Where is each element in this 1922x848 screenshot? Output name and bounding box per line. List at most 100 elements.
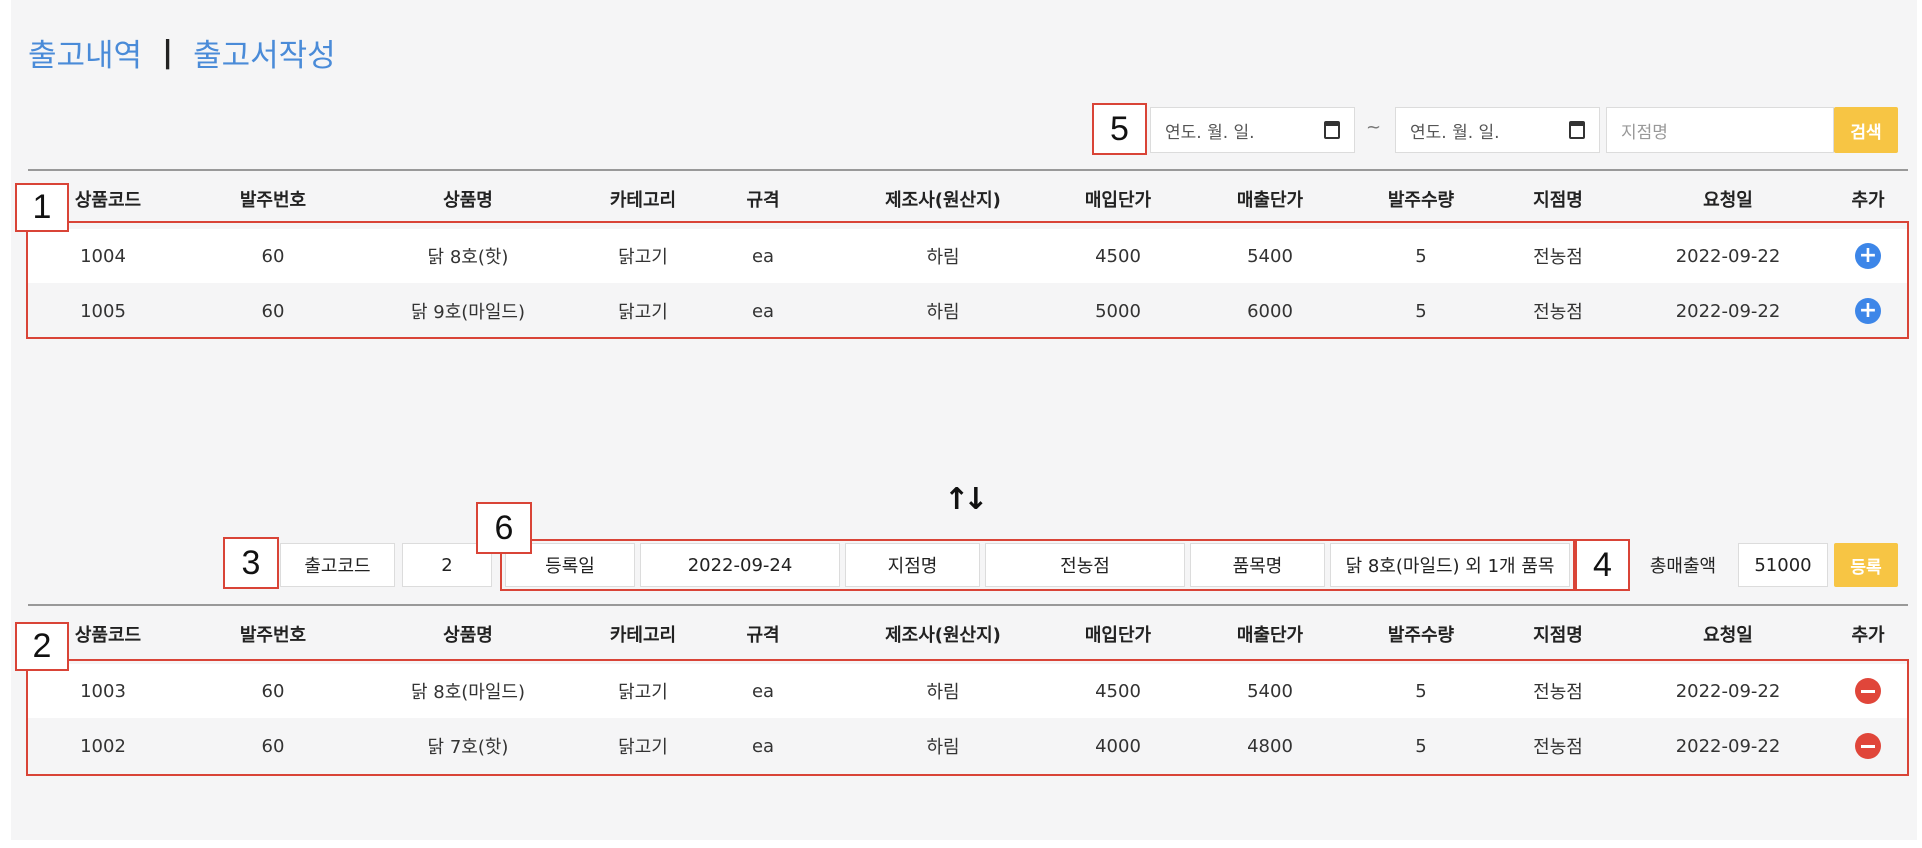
tab-release-write[interactable]: 출고서작성 xyxy=(193,30,336,75)
row-buy: 4000 xyxy=(1095,735,1141,757)
col-spec: 규격 xyxy=(746,190,780,211)
row-buy: 4500 xyxy=(1095,245,1141,267)
col-product-code: 상품코드 xyxy=(74,625,142,646)
row-order: 60 xyxy=(261,300,285,322)
start-date-input[interactable]: 연도. 월. 일. xyxy=(1150,107,1355,153)
col-spec: 규격 xyxy=(746,625,780,646)
row-sell: 6000 xyxy=(1247,300,1293,322)
tab-release-history[interactable]: 출고내역 xyxy=(28,30,142,75)
row-maker: 하림 xyxy=(926,682,960,703)
table-row[interactable]: 1004 60 닭 8호(핫) 닭고기 ea 하림 4500 5400 5 전농… xyxy=(28,229,1908,283)
top-divider xyxy=(28,169,1908,171)
page-header: 출고내역 | 출고서작성 xyxy=(28,30,336,75)
row-name: 닭 8호(마일드) xyxy=(410,682,526,703)
row-date: 2022-09-22 xyxy=(1675,680,1781,702)
add-icon[interactable]: + xyxy=(1855,243,1881,269)
row-date: 2022-09-22 xyxy=(1675,735,1781,757)
row-spec: ea xyxy=(751,680,775,702)
table-row[interactable]: 1003 60 닭 8호(마일드) 닭고기 ea 하림 4500 5400 5 … xyxy=(28,664,1908,718)
row-code: 1004 xyxy=(80,245,126,267)
calendar-icon[interactable] xyxy=(1324,121,1340,139)
col-maker: 제조사(원산지) xyxy=(885,625,1001,646)
annotation-marker-1: 1 xyxy=(15,183,69,232)
row-category: 닭고기 xyxy=(618,682,668,703)
row-spec: ea xyxy=(751,735,775,757)
table-row[interactable]: 1002 60 닭 7호(핫) 닭고기 ea 하림 4000 4800 5 전농… xyxy=(28,719,1908,773)
date-range-tilde: ~ xyxy=(1366,117,1382,138)
row-qty: 5 xyxy=(1415,735,1427,757)
item-label: 품목명 xyxy=(1190,543,1325,587)
remove-icon[interactable] xyxy=(1855,733,1881,759)
end-date-input[interactable]: 연도. 월. 일. xyxy=(1395,107,1600,153)
col-product-name: 상품명 xyxy=(443,625,493,646)
bottom-table-header: 상품코드 발주번호 상품명 카테고리 규격 제조사(원산지) 매입단가 매출단가… xyxy=(28,611,1908,657)
row-name: 닭 9호(마일드) xyxy=(410,302,526,323)
row-branch: 전농점 xyxy=(1533,302,1583,323)
remove-icon[interactable] xyxy=(1855,678,1881,704)
row-qty: 5 xyxy=(1415,680,1427,702)
swap-icon[interactable]: ↑↓ xyxy=(944,482,988,517)
end-date-placeholder: 연도. 월. 일. xyxy=(1410,122,1500,143)
branch-value: 전농점 xyxy=(985,543,1185,587)
add-icon[interactable]: + xyxy=(1855,298,1881,324)
col-sell-price: 매출단가 xyxy=(1236,625,1304,646)
row-order: 60 xyxy=(261,735,285,757)
row-qty: 5 xyxy=(1415,300,1427,322)
row-name: 닭 8호(핫) xyxy=(427,247,509,268)
calendar-icon[interactable] xyxy=(1569,121,1585,139)
row-sell: 5400 xyxy=(1247,245,1293,267)
tab-separator: | xyxy=(162,35,174,70)
row-branch: 전농점 xyxy=(1533,737,1583,758)
branch-label: 지점명 xyxy=(845,543,980,587)
annotation-marker-4: 4 xyxy=(1575,539,1630,591)
search-button[interactable]: 검색 xyxy=(1834,107,1898,153)
col-add: 추가 xyxy=(1851,625,1885,646)
register-button[interactable]: 등록 xyxy=(1834,543,1898,587)
annotation-marker-2: 2 xyxy=(15,622,69,671)
row-spec: ea xyxy=(751,300,775,322)
row-category: 닭고기 xyxy=(618,247,668,268)
col-order-no: 발주번호 xyxy=(239,190,307,211)
col-maker: 제조사(원산지) xyxy=(885,190,1001,211)
col-product-code: 상품코드 xyxy=(74,190,142,211)
top-table-header: 상품코드 발주번호 상품명 카테고리 규격 제조사(원산지) 매입단가 매출단가… xyxy=(28,176,1908,222)
col-request-date: 요청일 xyxy=(1703,190,1753,211)
row-order: 60 xyxy=(261,680,285,702)
row-code: 1002 xyxy=(80,735,126,757)
item-value: 닭 8호(마일드) 외 1개 품목 xyxy=(1330,543,1570,587)
col-category: 카테고리 xyxy=(609,190,677,211)
start-date-placeholder: 연도. 월. 일. xyxy=(1165,122,1255,143)
branch-search-input[interactable]: 지점명 xyxy=(1606,107,1834,153)
row-qty: 5 xyxy=(1415,245,1427,267)
annotation-marker-6: 6 xyxy=(476,502,532,554)
total-sales-label: 총매출액 xyxy=(1649,556,1717,577)
row-spec: ea xyxy=(751,245,775,267)
bottom-divider xyxy=(28,604,1908,606)
release-code-label: 출고코드 xyxy=(280,543,395,587)
col-buy-price: 매입단가 xyxy=(1084,190,1152,211)
col-request-date: 요청일 xyxy=(1703,625,1753,646)
row-order: 60 xyxy=(261,245,285,267)
row-category: 닭고기 xyxy=(618,302,668,323)
row-maker: 하림 xyxy=(926,302,960,323)
table-row[interactable]: 1005 60 닭 9호(마일드) 닭고기 ea 하림 5000 6000 5 … xyxy=(28,284,1908,338)
total-sales-value: 51000 xyxy=(1738,543,1828,587)
col-sell-price: 매출단가 xyxy=(1236,190,1304,211)
col-product-name: 상품명 xyxy=(443,190,493,211)
annotation-marker-3: 3 xyxy=(223,537,279,589)
annotation-marker-5: 5 xyxy=(1092,103,1147,155)
col-buy-price: 매입단가 xyxy=(1084,625,1152,646)
reg-date-value: 2022-09-24 xyxy=(640,543,840,587)
row-name: 닭 7호(핫) xyxy=(427,737,509,758)
col-branch: 지점명 xyxy=(1533,625,1583,646)
row-maker: 하림 xyxy=(926,737,960,758)
col-quantity: 발주수량 xyxy=(1387,190,1455,211)
row-date: 2022-09-22 xyxy=(1675,300,1781,322)
row-code: 1003 xyxy=(80,680,126,702)
col-category: 카테고리 xyxy=(609,625,677,646)
row-code: 1005 xyxy=(80,300,126,322)
branch-placeholder: 지점명 xyxy=(1621,122,1668,143)
row-category: 닭고기 xyxy=(618,737,668,758)
row-buy: 5000 xyxy=(1095,300,1141,322)
col-branch: 지점명 xyxy=(1533,190,1583,211)
